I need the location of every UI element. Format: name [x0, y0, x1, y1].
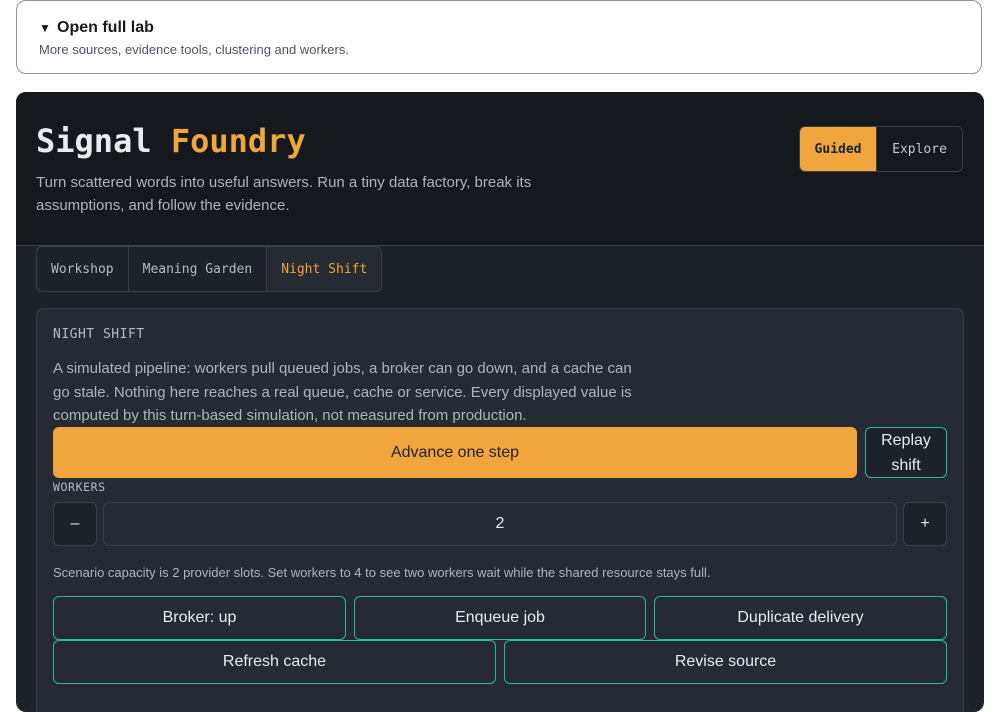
advance-step-button[interactable]: Advance one step — [53, 427, 857, 478]
revise-source-button[interactable]: Revise source — [504, 640, 947, 684]
night-shift-panel: NIGHT SHIFT A simulated pipeline: worker… — [36, 308, 964, 712]
simulation-description: A simulated pipeline: workers pull queue… — [53, 360, 632, 424]
title-main: Signal — [36, 122, 152, 160]
app-header: Signal Foundry Turn scattered words into… — [16, 92, 984, 246]
title-accent: Foundry — [170, 122, 306, 160]
page-title: Signal Foundry — [36, 122, 306, 160]
refresh-cache-button[interactable]: Refresh cache — [53, 640, 496, 684]
full-lab-summary-label: Open full lab — [57, 19, 154, 36]
section-heading: NIGHT SHIFT — [53, 327, 145, 342]
tab-workshop[interactable]: Workshop — [37, 247, 129, 291]
workers-label: WORKERS — [53, 480, 106, 494]
duplicate-delivery-button[interactable]: Duplicate delivery — [654, 596, 947, 640]
tab-night-shift[interactable]: Night Shift — [267, 247, 382, 291]
full-lab-hint: More sources, evidence tools, clustering… — [39, 42, 349, 57]
workers-increment-button[interactable]: + — [903, 502, 947, 546]
mode-toggle: Guided Explore — [799, 126, 963, 172]
full-lab-summary[interactable]: ▼ Open full lab — [39, 19, 154, 37]
tab-meaning-garden[interactable]: Meaning Garden — [129, 247, 268, 291]
enqueue-job-button[interactable]: Enqueue job — [354, 596, 646, 640]
workers-value: 2 — [103, 502, 897, 546]
section-tabs: Workshop Meaning Garden Night Shift — [36, 246, 383, 292]
broker-toggle-button[interactable]: Broker: up — [53, 596, 346, 640]
replay-shift-button[interactable]: Replay shift — [865, 427, 947, 478]
full-lab-details[interactable]: ▼ Open full lab More sources, evidence t… — [16, 0, 982, 74]
disclosure-triangle-icon: ▼ — [39, 21, 51, 35]
signal-foundry-app: Signal Foundry Turn scattered words into… — [16, 92, 984, 712]
mode-explore-button[interactable]: Explore — [876, 127, 962, 171]
capacity-note: Scenario capacity is 2 provider slots. S… — [53, 565, 711, 580]
mode-guided-button[interactable]: Guided — [800, 127, 877, 171]
page-subtitle: Turn scattered words into useful answers… — [36, 174, 532, 214]
workers-decrement-button[interactable]: – — [53, 502, 97, 546]
